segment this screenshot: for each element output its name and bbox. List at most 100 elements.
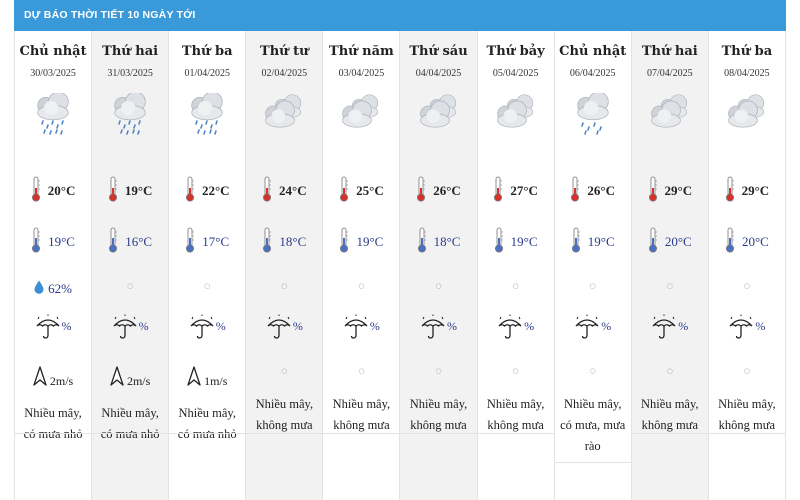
- forecast-day-column: Thứ ba 01/04/2025 22°C 17°C ○ % 1m/s Nhi…: [169, 31, 247, 500]
- max-temp-row: 26°C: [400, 176, 476, 206]
- umbrella-rain-icon: [420, 314, 446, 344]
- max-temperature: 20°C: [47, 183, 76, 198]
- max-temp-row: 19°C: [92, 176, 168, 206]
- weather-description: Nhiều mây, không mưa: [409, 397, 468, 432]
- thermometer-hot-icon: [648, 176, 665, 206]
- umbrella-rain-icon: [35, 314, 61, 344]
- max-temp-row: 20°C: [15, 176, 91, 206]
- min-temp-row: 19°C: [323, 227, 399, 257]
- empty-dot: ○: [435, 367, 442, 375]
- column-bottom-divider: [708, 433, 785, 434]
- forecast-day-column: Thứ tư 02/04/2025 24°C 18°C ○ % ○ Nhiều …: [246, 31, 324, 500]
- wind-row: 2m/s: [92, 366, 168, 390]
- thermometer-hot-icon: [185, 176, 202, 206]
- empty-dot: ○: [743, 367, 750, 375]
- thermometer-cold-icon: [339, 227, 356, 257]
- day-name: Thứ hai: [102, 44, 159, 59]
- min-temperature: 17°C: [202, 234, 230, 249]
- min-temperature: 16°C: [125, 234, 153, 249]
- cloud-rain-icon: [108, 91, 152, 137]
- umbrella-rain-icon: [112, 314, 138, 344]
- rain-chance-row: %: [632, 314, 708, 344]
- rain-chance-row: %: [169, 314, 245, 344]
- min-temperature: 19°C: [48, 234, 75, 249]
- wind-speed: 2m/s: [126, 373, 151, 388]
- empty-dot: ○: [204, 282, 211, 290]
- thermometer-cold-icon: [725, 227, 742, 257]
- max-temperature: 29°C: [664, 183, 693, 198]
- rain-chance-value: %: [292, 318, 303, 333]
- column-bottom-divider: [554, 462, 631, 463]
- forecast-day-column: Thứ bảy 05/04/2025 27°C 19°C ○ % ○ Nhiều…: [477, 31, 555, 500]
- max-temperature: 24°C: [279, 183, 307, 198]
- humidity-row: 62%: [15, 279, 91, 298]
- forecast-day-column: Thứ ba 08/04/2025 29°C 20°C ○ % ○ Nhiều …: [708, 31, 786, 500]
- min-temp-row: 19°C: [15, 227, 91, 257]
- min-temp-row: 17°C: [169, 227, 245, 257]
- wind-direction-arrow-icon: [187, 366, 201, 390]
- empty-dot: ○: [435, 282, 442, 290]
- column-bottom-divider: [323, 433, 400, 434]
- min-temp-row: 18°C: [400, 227, 476, 257]
- umbrella-rain-icon: [651, 314, 677, 344]
- empty-dot: ○: [589, 367, 596, 375]
- weather-description: Nhiều mây, không mưa: [332, 397, 391, 432]
- day-name: Chủ nhật: [19, 44, 87, 59]
- column-bottom-divider: [400, 433, 477, 434]
- wind-speed: 2m/s: [49, 373, 74, 388]
- wind-direction-arrow-icon: [33, 366, 47, 390]
- weather-description: Nhiều mây, có mưa nhỏ: [23, 406, 83, 441]
- min-temp-row: 16°C: [92, 227, 168, 257]
- cloud-rain-icon: [31, 91, 75, 137]
- wind-speed: 1m/s: [204, 373, 228, 388]
- day-name: Thứ ba: [721, 44, 773, 59]
- min-temperature: 20°C: [664, 234, 692, 249]
- min-temp-row: 18°C: [246, 227, 322, 257]
- max-temperature: 27°C: [510, 183, 538, 198]
- column-bottom-divider: [15, 433, 92, 434]
- thermometer-cold-icon: [571, 227, 588, 257]
- day-date: 31/03/2025: [107, 68, 153, 79]
- thermometer-cold-icon: [648, 227, 665, 257]
- min-temp-row: 20°C: [709, 227, 785, 257]
- rain-chance-value: %: [61, 318, 72, 333]
- umbrella-rain-icon: [189, 314, 215, 344]
- umbrella-rain-icon: [343, 314, 369, 344]
- cloudy-icon: [648, 93, 692, 137]
- max-temp-row: 25°C: [323, 176, 399, 206]
- forecast-day-column: Chủ nhật 30/03/2025 20°C 19°C 62% % 2m/s…: [15, 31, 93, 500]
- rain-chance-row: %: [709, 314, 785, 344]
- day-name: Chủ nhật: [559, 44, 627, 59]
- cloudy-icon: [339, 93, 383, 137]
- day-date: 05/04/2025: [492, 68, 539, 79]
- thermometer-hot-icon: [416, 176, 433, 206]
- thermometer-cold-icon: [417, 227, 434, 257]
- rain-chance-value: %: [678, 318, 689, 333]
- thermometer-hot-icon: [339, 176, 356, 206]
- umbrella-rain-icon: [728, 314, 754, 344]
- wind-row: 2m/s: [15, 366, 91, 390]
- rain-chance-value: %: [601, 318, 612, 333]
- day-name: Thứ ba: [181, 44, 233, 59]
- umbrella-rain-icon: [497, 314, 523, 344]
- weather-description: Nhiều mây, không mưa: [718, 397, 776, 432]
- max-temp-row: 27°C: [478, 176, 554, 206]
- column-bottom-divider: [246, 433, 323, 434]
- forecast-title: DỰ BÁO THỜI TIẾT 10 NGÀY TỚI: [14, 0, 786, 31]
- thermometer-cold-icon: [185, 227, 202, 257]
- cloudy-icon: [494, 93, 538, 137]
- empty-dot: ○: [358, 367, 365, 375]
- day-name: Thứ hai: [641, 44, 698, 59]
- empty-dot: ○: [666, 282, 673, 290]
- umbrella-rain-icon: [266, 314, 292, 344]
- column-bottom-divider: [477, 433, 554, 434]
- cloudy-icon: [417, 93, 461, 137]
- max-temp-row: 22°C: [169, 176, 245, 206]
- thermometer-hot-icon: [31, 176, 48, 206]
- day-date: 04/04/2025: [415, 68, 462, 79]
- thermometer-hot-icon: [725, 176, 742, 206]
- day-name: Thứ bảy: [486, 44, 545, 59]
- weather-description: Nhiều mây, có mưa nhỏ: [177, 406, 237, 441]
- max-temp-row: 26°C: [555, 176, 631, 206]
- column-bottom-divider: [92, 433, 169, 434]
